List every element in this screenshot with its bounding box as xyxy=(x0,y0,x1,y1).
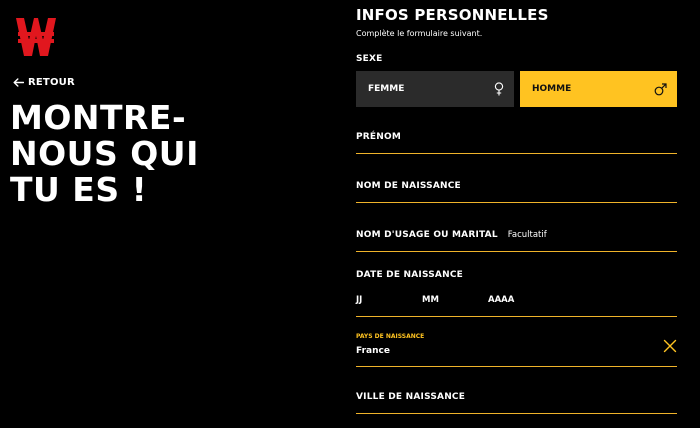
form-title: INFOS PERSONNELLES xyxy=(356,6,549,24)
pays-naissance-field[interactable]: PAYS DE NAISSANCE France xyxy=(356,327,677,367)
back-link[interactable]: RETOUR xyxy=(13,77,75,88)
nom-usage-label: NOM D'USAGE OU MARITAL Facultatif xyxy=(356,230,547,240)
prenom-label: PRÉNOM xyxy=(356,132,402,142)
female-icon xyxy=(494,82,504,96)
gender-option-label: FEMME xyxy=(368,84,405,94)
gender-option-femme[interactable]: FEMME xyxy=(356,71,514,107)
date-naissance-field: JJ MM AAAA xyxy=(356,288,677,317)
arrow-left-icon xyxy=(13,78,24,87)
date-naissance-label: DATE DE NAISSANCE xyxy=(356,270,463,280)
gender-option-label: HOMME xyxy=(532,84,572,94)
winamax-logo[interactable] xyxy=(16,18,56,56)
sexe-label: SEXE xyxy=(356,54,383,64)
month-input[interactable]: MM xyxy=(422,295,439,305)
nom-naissance-field[interactable]: NOM DE NAISSANCE xyxy=(356,176,677,203)
year-input[interactable]: AAAA xyxy=(488,295,514,305)
ville-naissance-field[interactable]: VILLE DE NAISSANCE xyxy=(356,387,677,414)
prenom-field[interactable]: PRÉNOM xyxy=(356,126,677,154)
close-icon[interactable] xyxy=(663,339,677,353)
male-icon xyxy=(654,82,667,95)
pays-naissance-value: France xyxy=(356,346,390,356)
hero-title: MONTRE- NOUS QUI TU ES ! xyxy=(10,98,199,209)
page: RETOUR MONTRE- NOUS QUI TU ES ! INFOS PE… xyxy=(0,0,700,428)
pays-naissance-label: PAYS DE NAISSANCE xyxy=(356,333,425,340)
ville-naissance-label: VILLE DE NAISSANCE xyxy=(356,392,466,402)
form-subtitle: Complète le formulaire suivant. xyxy=(356,29,483,38)
nom-usage-field[interactable]: NOM D'USAGE OU MARITAL Facultatif xyxy=(356,224,677,252)
day-input[interactable]: JJ xyxy=(356,295,362,305)
nom-naissance-label: NOM DE NAISSANCE xyxy=(356,181,461,191)
optional-hint: Facultatif xyxy=(507,230,547,240)
back-link-label: RETOUR xyxy=(28,77,75,88)
gender-option-homme[interactable]: HOMME xyxy=(520,71,677,107)
nom-usage-label-text: NOM D'USAGE OU MARITAL xyxy=(356,230,498,240)
gender-selector: FEMME HOMME xyxy=(356,71,677,107)
